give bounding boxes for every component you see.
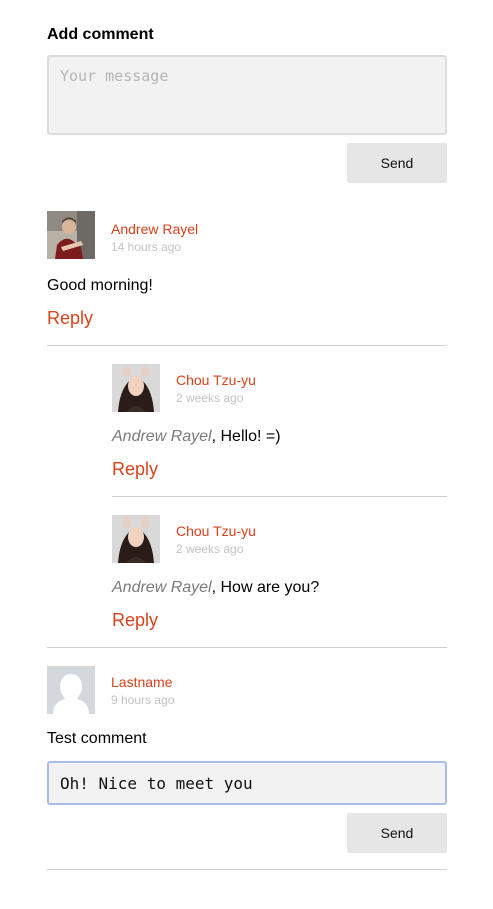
mention-link[interactable]: Andrew Rayel bbox=[112, 428, 212, 445]
comment-divider bbox=[47, 345, 447, 346]
reply-divider bbox=[112, 496, 447, 497]
comment-text: Test comment bbox=[47, 730, 147, 747]
default-avatar-icon bbox=[47, 666, 95, 714]
user-photo-icon bbox=[112, 515, 160, 563]
comment-time: 14 hours ago bbox=[111, 240, 182, 254]
comment-divider bbox=[47, 647, 447, 648]
comment-author[interactable]: Lastname bbox=[111, 674, 172, 690]
comment-divider bbox=[47, 869, 447, 870]
avatar[interactable] bbox=[47, 211, 95, 259]
reply-text-line: Andrew Rayel, Hello! =) bbox=[112, 428, 281, 446]
user-photo-icon bbox=[112, 364, 160, 412]
comment-text: Good morning! bbox=[47, 277, 153, 294]
reply-time: 2 weeks ago bbox=[176, 542, 244, 556]
add-comment-title: Add comment bbox=[47, 26, 154, 43]
reply-author[interactable]: Chou Tzu-yu bbox=[176, 523, 256, 539]
reply-text: , How are you? bbox=[211, 579, 320, 596]
reply-send-button[interactable]: Send bbox=[347, 813, 447, 853]
reply-text: , Hello! =) bbox=[211, 428, 281, 445]
avatar[interactable] bbox=[112, 515, 160, 563]
comment-author[interactable]: Andrew Rayel bbox=[111, 221, 198, 237]
reply-link[interactable]: Reply bbox=[112, 459, 158, 480]
message-input[interactable] bbox=[47, 55, 447, 135]
comment-time: 9 hours ago bbox=[111, 693, 175, 707]
user-photo-icon bbox=[47, 211, 95, 259]
avatar[interactable] bbox=[112, 364, 160, 412]
mention-link[interactable]: Andrew Rayel bbox=[112, 579, 212, 596]
avatar[interactable] bbox=[47, 666, 95, 714]
reply-time: 2 weeks ago bbox=[176, 391, 244, 405]
reply-text-line: Andrew Rayel, How are you? bbox=[112, 579, 319, 597]
reply-link[interactable]: Reply bbox=[47, 308, 93, 329]
send-button[interactable]: Send bbox=[347, 143, 447, 183]
reply-link[interactable]: Reply bbox=[112, 610, 158, 631]
reply-author[interactable]: Chou Tzu-yu bbox=[176, 372, 256, 388]
reply-input[interactable] bbox=[47, 761, 447, 805]
